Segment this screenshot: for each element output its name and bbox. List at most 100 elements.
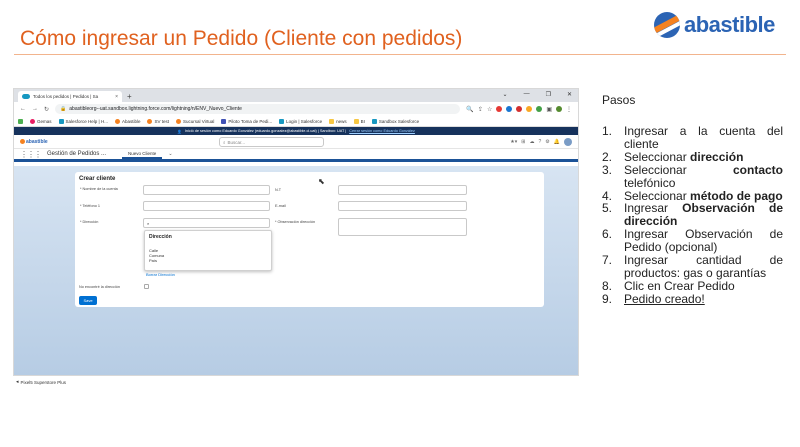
extension-yellow-icon[interactable] (526, 106, 533, 112)
forward-icon[interactable]: → (32, 106, 38, 112)
gear-icon[interactable]: ⚙ (545, 139, 549, 145)
app-launcher-icon[interactable]: ⋮⋮⋮ (20, 150, 42, 159)
app-name: Gestión de Pedidos ... (47, 151, 107, 157)
new-tab-button[interactable]: + (127, 91, 132, 102)
back-icon[interactable]: ← (20, 106, 26, 112)
title-divider (14, 54, 786, 55)
chevron-down-icon[interactable]: ⌄ (168, 151, 172, 157)
avatar[interactable] (564, 137, 572, 146)
step-number: 3. (602, 162, 613, 177)
bookmark-item[interactable]: BI (353, 118, 365, 124)
bookmark-apps[interactable] (18, 118, 23, 124)
slide-title: Cómo ingresar un Pedido (Cliente con ped… (20, 27, 463, 50)
extension-green-icon[interactable] (536, 106, 543, 112)
salesforce-cloud-icon (22, 94, 30, 99)
help-icon[interactable]: ? (539, 139, 542, 145)
extension-abp-icon[interactable] (516, 106, 523, 112)
bookmark-item[interactable]: Piloto Toma de Pedi... (221, 118, 272, 124)
bookmark-item[interactable]: Abastible (114, 118, 140, 124)
save-button[interactable]: Save (79, 296, 97, 305)
favorites-icon[interactable]: ★▾ (510, 139, 517, 145)
step-text: Pedido creado! (624, 292, 783, 306)
steps-list: 1. Ingresar a la cuenta del cliente 2. Sele… (602, 125, 783, 306)
step-item: 7. Ingresar cantidad de productos: gas o … (602, 254, 783, 280)
dropdown-option-pais[interactable]: País (149, 258, 157, 263)
step-text-bold: contacto (732, 162, 783, 177)
step-text: Ingresar cantidad de productos: gas o ga… (624, 254, 783, 280)
close-icon[interactable]: ✕ (567, 91, 572, 98)
logo-mark-icon (20, 139, 25, 144)
global-actions-icon[interactable]: ⊞ (521, 139, 525, 145)
rut-input[interactable] (338, 185, 467, 195)
step-item: 6. Ingresar Observación de Pedido (opcion… (602, 228, 783, 254)
slide: Cómo ingresar un Pedido (Cliente con ped… (0, 0, 800, 447)
abastible-logo: abastible (654, 12, 775, 38)
app-icon: ◂ (16, 379, 19, 385)
telefono-input[interactable] (143, 201, 270, 211)
menu-kebab-icon[interactable]: ⋮ (566, 106, 572, 113)
bookmark-item[interactable]: Salesforce Help | H... (58, 118, 108, 124)
steps-title: Pasos (602, 93, 636, 107)
step-text-bold: método de pago (690, 188, 783, 203)
bookmark-item[interactable]: Gemas (30, 118, 52, 124)
extension-icons: 🔍 ⇪ ☆ ▣ ⋮ (466, 106, 572, 113)
step-text: Ingresar a la cuenta del cliente (624, 125, 783, 151)
bookmark-item[interactable]: Sucursal Virtual (175, 118, 214, 124)
extension-red-icon[interactable] (496, 106, 503, 112)
header-utility-icons: ★▾ ⊞ ☁ ? ⚙ 🔔 (510, 137, 572, 146)
bookmarks-bar: Gemas Salesforce Help | H... Abastible S… (14, 116, 578, 127)
step-item: 1. Ingresar a la cuenta del cliente (602, 125, 783, 151)
search-icon: ⌕ (223, 139, 226, 145)
bookmark-item[interactable]: SV test (147, 118, 169, 124)
obs-direccion-label: * Observación dirección (275, 220, 316, 224)
sf-logo[interactable]: abastible (20, 139, 48, 145)
telefono-label: * Teléfono 1 (80, 204, 100, 208)
trailhead-icon[interactable]: ☁ (530, 139, 535, 145)
step-number: 5. (602, 201, 613, 216)
direccion-label: * Dirección (80, 220, 99, 224)
logout-as-link[interactable]: Cerrar sesión como Eduardo González (349, 129, 415, 133)
sandbox-login-bar: 👤 Inició de sesión como Eduardo González… (14, 127, 578, 135)
profile-avatar[interactable] (556, 106, 562, 112)
bookmark-item[interactable]: Login | Salesforce (279, 118, 322, 124)
extension-blue-icon[interactable] (506, 106, 513, 112)
bell-icon[interactable]: 🔔 (554, 139, 560, 145)
no-encontre-label: No encontré la dirección (79, 285, 120, 289)
logo-mark-icon (654, 12, 680, 38)
bookmark-item[interactable]: news (329, 118, 347, 124)
star-icon[interactable]: ☆ (487, 106, 492, 113)
chevron-down-icon[interactable]: ⌄ (503, 91, 508, 98)
step-text-bold: dirección (690, 149, 744, 164)
user-icon: 👤 (177, 129, 182, 134)
search-icon: ⌕ (147, 220, 150, 226)
browser-screenshot: Todos los pedidos | Pedidos | Sa × + ⌄ —… (13, 88, 579, 376)
maximize-icon[interactable]: ❐ (546, 91, 551, 98)
zoom-icon[interactable]: 🔍 (466, 106, 473, 113)
footnote: ◂ Pixel5 Superstore Plus (16, 379, 67, 385)
step-text-part: Ingresar cantidad de productos: gas o ga… (624, 253, 783, 280)
tab-nuevo-cliente[interactable]: Nuevo Cliente (122, 149, 163, 159)
browser-tab[interactable]: Todos los pedidos | Pedidos | Sa × (18, 91, 122, 102)
step-item: 5. Ingresar Observación de dirección (602, 202, 783, 228)
bookmark-item[interactable]: Sandbox Salesforce (371, 118, 419, 124)
reload-icon[interactable]: ↻ (44, 106, 49, 113)
share-icon[interactable]: ⇪ (478, 106, 483, 113)
email-input[interactable] (338, 201, 467, 211)
no-encontre-checkbox[interactable] (144, 284, 149, 289)
step-item: 9. Pedido creado! (602, 292, 783, 306)
step-text-part: Ingresar a la cuenta del cliente (624, 124, 783, 151)
tab-close-icon[interactable]: × (115, 94, 118, 100)
nombre-input[interactable] (143, 185, 270, 195)
obs-direccion-textarea[interactable] (338, 218, 467, 236)
sandbox-text: Inició de sesión como Eduardo González (… (184, 129, 347, 133)
step-text-part: Clic en Crear Pedido (624, 278, 735, 293)
direccion-search-input[interactable]: ⌕ (143, 218, 270, 228)
borrar-direccion-link[interactable]: Borrar Dirección (146, 272, 175, 277)
global-search-input[interactable]: ⌕ Buscar... (219, 137, 324, 147)
url-field[interactable]: 🔒 abastibleorg--uat.sandbox.lightning.fo… (55, 104, 461, 114)
puzzle-icon[interactable]: ▣ (546, 106, 552, 113)
app-navigation: ⋮⋮⋮ Gestión de Pedidos ... Nuevo Cliente… (14, 149, 578, 162)
minimize-icon[interactable]: — (524, 91, 530, 98)
card-title: Crear cliente (79, 176, 116, 182)
rut-label: N.T (275, 188, 282, 192)
